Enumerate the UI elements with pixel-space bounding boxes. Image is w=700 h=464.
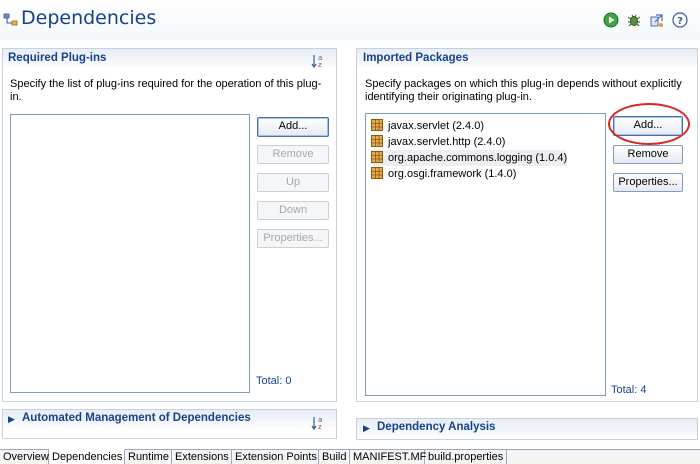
tab-extensions[interactable]: Extensions (172, 450, 232, 464)
required-add-button[interactable]: Add... (257, 117, 329, 137)
sort-alphabetically-icon[interactable]: a z (311, 415, 327, 431)
tab-overview[interactable]: Overview (0, 450, 49, 464)
svg-text:?: ? (677, 16, 683, 27)
page-title: Dependencies (21, 7, 157, 29)
editor-tab-bar: Overview Dependencies Runtime Extensions… (0, 449, 700, 464)
svg-text:z: z (318, 61, 322, 69)
tab-build[interactable]: Build (319, 450, 350, 464)
highlight-ellipse (608, 103, 690, 145)
package-label: javax.servlet.http (2.4.0) (388, 136, 506, 148)
package-icon (371, 167, 383, 179)
tab-dependencies[interactable]: Dependencies (49, 449, 125, 464)
package-label: javax.servlet (2.4.0) (388, 120, 484, 132)
package-icon (371, 135, 383, 147)
dependencies-page-icon (3, 13, 18, 26)
package-list-item[interactable]: org.osgi.framework (1.4.0) (371, 166, 516, 182)
required-plugins-list[interactable] (10, 114, 250, 393)
imported-packages-list[interactable]: javax.servlet (2.4.0) javax.servlet.http … (365, 113, 606, 396)
expand-twisty-icon[interactable]: ▶ (363, 423, 370, 434)
tab-manifest[interactable]: MANIFEST.MF (350, 450, 426, 464)
tab-extension-points[interactable]: Extension Points (232, 450, 319, 464)
help-icon[interactable]: ? (672, 12, 688, 28)
sort-alphabetically-icon[interactable]: a z (311, 53, 327, 69)
svg-text:z: z (318, 423, 322, 431)
automated-management-title[interactable]: Automated Management of Dependencies (22, 412, 251, 424)
debug-icon[interactable] (626, 12, 642, 28)
imported-packages-total: Total: 4 (611, 384, 647, 396)
imported-packages-title: Imported Packages (363, 52, 469, 64)
package-label: org.apache.commons.logging (1.0.4) (388, 152, 568, 164)
package-list-item[interactable]: javax.servlet (2.4.0) (371, 118, 484, 134)
dependency-analysis-title[interactable]: Dependency Analysis (377, 421, 495, 433)
package-label: org.osgi.framework (1.4.0) (388, 168, 517, 180)
required-properties-button[interactable]: Properties... (257, 229, 329, 248)
required-down-button[interactable]: Down (257, 201, 329, 220)
package-icon (371, 119, 383, 131)
run-icon[interactable] (603, 12, 619, 28)
tab-runtime[interactable]: Runtime (125, 450, 172, 464)
package-icon (371, 151, 383, 163)
imported-remove-button[interactable]: Remove (613, 145, 683, 164)
export-icon[interactable] (649, 12, 665, 28)
package-list-item[interactable]: javax.servlet.http (2.4.0) (371, 134, 505, 150)
imported-packages-description: Specify packages on which this plug-in d… (365, 78, 682, 103)
expand-twisty-icon[interactable]: ▶ (8, 414, 15, 425)
required-remove-button[interactable]: Remove (257, 145, 329, 164)
required-up-button[interactable]: Up (257, 173, 329, 192)
tab-build-properties[interactable]: build.properties (425, 450, 507, 464)
package-list-item[interactable]: org.apache.commons.logging (1.0.4) (371, 150, 568, 166)
imported-properties-button[interactable]: Properties... (613, 173, 683, 192)
required-plugins-total: Total: 0 (256, 375, 292, 387)
required-plugins-description: Specify the list of plug-ins required fo… (10, 78, 322, 103)
required-plugins-title: Required Plug-ins (8, 52, 107, 64)
